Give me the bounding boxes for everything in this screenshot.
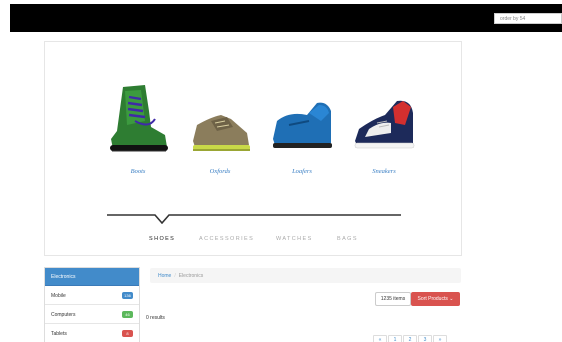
sidebar-item-mobile[interactable]: Mobile 136 bbox=[45, 287, 139, 305]
pagination-prev[interactable]: « bbox=[373, 335, 387, 342]
category-sidebar: Electronics Mobile 136 Computers 46 Tabl… bbox=[44, 267, 140, 342]
item-count-label: 1235 items bbox=[375, 292, 411, 306]
sidebar-item-label: Mobile bbox=[51, 293, 66, 299]
category-tabs: SHOES ACCESSORIES WATCHES BAGS bbox=[149, 236, 389, 246]
sidebar-item-label: Electronics bbox=[51, 274, 76, 280]
breadcrumb-separator: / bbox=[174, 273, 176, 279]
product-boots[interactable] bbox=[105, 81, 171, 161]
pagination-page[interactable]: 1 bbox=[388, 335, 402, 342]
tab-shoes[interactable]: SHOES bbox=[149, 236, 175, 242]
tab-indicator-line bbox=[107, 214, 401, 224]
product-label-loafers[interactable]: Loafers bbox=[267, 168, 337, 175]
pagination-page[interactable]: 3 bbox=[418, 335, 432, 342]
sidebar-item-label: Tablets bbox=[51, 331, 67, 337]
product-showcase: Boots Oxfords Loafers Sneakers SHOES ACC… bbox=[44, 41, 462, 256]
product-label-boots[interactable]: Boots bbox=[103, 168, 173, 175]
order-by-select[interactable]: order by 54 bbox=[494, 13, 562, 24]
oxford-shoe-icon bbox=[193, 115, 250, 151]
product-label-oxfords[interactable]: Oxfords bbox=[185, 168, 255, 175]
loafer-icon bbox=[273, 102, 332, 148]
tab-accessories[interactable]: ACCESSORIES bbox=[199, 236, 254, 242]
pagination-next[interactable]: » bbox=[433, 335, 447, 342]
top-navigation-bar bbox=[10, 4, 562, 32]
count-badge: 8 bbox=[122, 330, 133, 337]
product-oxfords[interactable] bbox=[187, 81, 253, 161]
tab-watches[interactable]: WATCHES bbox=[276, 236, 313, 242]
tab-bags[interactable]: BAGS bbox=[337, 236, 358, 242]
breadcrumb: Home / Electronics bbox=[150, 268, 461, 283]
sidebar-item-label: Computers bbox=[51, 312, 76, 318]
sneaker-icon bbox=[354, 100, 415, 149]
product-label-sneakers[interactable]: Sneakers bbox=[349, 168, 419, 175]
sidebar-item-computers[interactable]: Computers 46 bbox=[45, 306, 139, 324]
results-count-text: 0 results bbox=[146, 315, 165, 321]
product-sneakers[interactable] bbox=[351, 81, 417, 161]
breadcrumb-current: Electronics bbox=[178, 273, 204, 279]
count-badge: 46 bbox=[122, 311, 133, 318]
pagination-page[interactable]: 2 bbox=[403, 335, 417, 342]
product-loafers[interactable] bbox=[269, 81, 335, 161]
sort-products-button[interactable]: Sort Products ⌄ bbox=[411, 292, 460, 306]
count-badge: 136 bbox=[122, 292, 133, 299]
sidebar-item-tablets[interactable]: Tablets 8 bbox=[45, 325, 139, 342]
chevron-down-icon: ⌄ bbox=[449, 296, 454, 302]
breadcrumb-home-link[interactable]: Home bbox=[158, 273, 171, 279]
sort-button-label: Sort Products bbox=[417, 296, 448, 302]
boot-icon bbox=[110, 85, 168, 152]
pagination: « 1 2 3 » bbox=[373, 335, 461, 342]
sidebar-item-electronics[interactable]: Electronics bbox=[45, 268, 139, 286]
